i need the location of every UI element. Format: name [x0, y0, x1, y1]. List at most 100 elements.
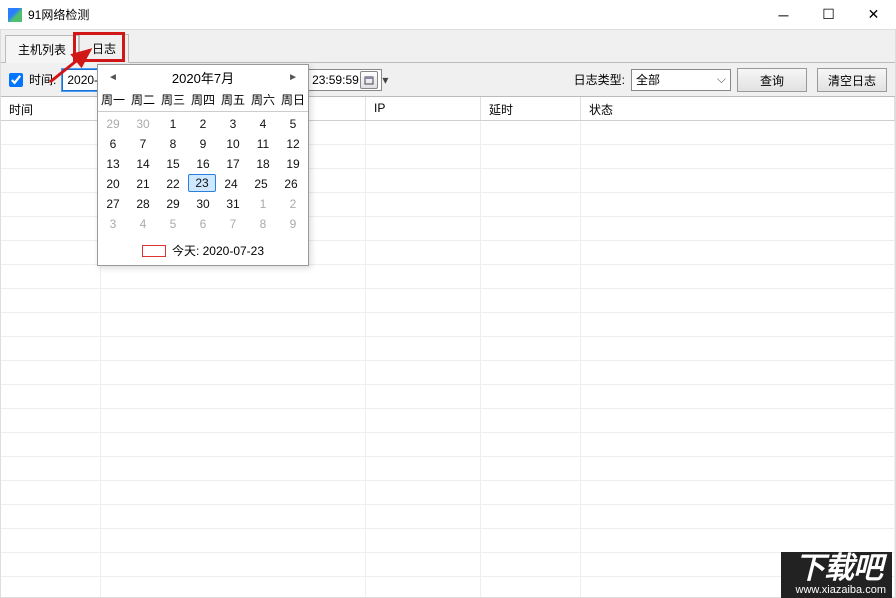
- col-time[interactable]: 时间: [1, 97, 101, 120]
- clear-log-button[interactable]: 清空日志: [817, 68, 887, 92]
- datepicker-day[interactable]: 24: [216, 174, 246, 194]
- time-label: 时间:: [29, 71, 56, 88]
- datepicker-month-label[interactable]: 2020年7月: [172, 68, 234, 87]
- end-datetime-calendar-button[interactable]: [360, 71, 378, 89]
- table-row: [1, 553, 895, 577]
- chevron-down-icon: ⌵: [717, 72, 726, 87]
- datepicker-day[interactable]: 7: [128, 134, 158, 154]
- datepicker-day[interactable]: 4: [128, 214, 158, 234]
- datepicker-day[interactable]: 3: [98, 214, 128, 234]
- datepicker-day[interactable]: 6: [188, 214, 218, 234]
- maximize-button[interactable]: ☐: [806, 0, 851, 30]
- datepicker-day[interactable]: 30: [128, 114, 158, 134]
- table-row: [1, 481, 895, 505]
- datepicker-day[interactable]: 21: [128, 174, 158, 194]
- table-row: [1, 361, 895, 385]
- datepicker-day[interactable]: 2: [278, 194, 308, 214]
- table-row: [1, 505, 895, 529]
- datepicker-day[interactable]: 12: [278, 134, 308, 154]
- datepicker-week: 20212223242526: [98, 174, 308, 194]
- app-icon: [8, 8, 22, 22]
- datepicker-day[interactable]: 23: [188, 174, 216, 192]
- datepicker-day[interactable]: 11: [248, 134, 278, 154]
- dow-cell: 周三: [158, 89, 188, 109]
- datepicker-day[interactable]: 14: [128, 154, 158, 174]
- datepicker-day[interactable]: 17: [218, 154, 248, 174]
- table-row: [1, 409, 895, 433]
- datepicker-day[interactable]: 8: [248, 214, 278, 234]
- datepicker-today-link[interactable]: 今天: 2020-07-23: [98, 238, 308, 265]
- datepicker-day[interactable]: 19: [278, 154, 308, 174]
- calendar-icon: [364, 75, 374, 85]
- table-row: [1, 529, 895, 553]
- datepicker-week: 272829303112: [98, 194, 308, 214]
- datepicker-day[interactable]: 15: [158, 154, 188, 174]
- datepicker-day[interactable]: 5: [158, 214, 188, 234]
- minimize-button[interactable]: ─: [761, 0, 806, 30]
- datepicker-week: 293012345: [98, 114, 308, 134]
- tab-host-list[interactable]: 主机列表: [5, 35, 79, 63]
- table-row: [1, 433, 895, 457]
- dow-cell: 周六: [248, 89, 278, 109]
- datepicker-day[interactable]: 9: [188, 134, 218, 154]
- datepicker-day[interactable]: 5: [278, 114, 308, 134]
- tab-log[interactable]: 日志: [79, 34, 129, 63]
- datepicker-day[interactable]: 3: [218, 114, 248, 134]
- datepicker-day[interactable]: 7: [218, 214, 248, 234]
- datepicker-day[interactable]: 10: [218, 134, 248, 154]
- datepicker-day[interactable]: 30: [188, 194, 218, 214]
- datepicker-cells: 2930123456789101112131415161718192021222…: [98, 114, 308, 238]
- table-row: [1, 457, 895, 481]
- datepicker-day[interactable]: 1: [248, 194, 278, 214]
- dow-cell: 周四: [188, 89, 218, 109]
- close-button[interactable]: ✕: [851, 0, 896, 30]
- table-row: [1, 385, 895, 409]
- dow-cell: 周日: [278, 89, 308, 109]
- datepicker-day[interactable]: 9: [278, 214, 308, 234]
- datepicker-day[interactable]: 22: [158, 174, 188, 194]
- datepicker-day[interactable]: 4: [248, 114, 278, 134]
- dow-cell: 周二: [128, 89, 158, 109]
- datepicker-day[interactable]: 26: [276, 174, 306, 194]
- log-type-select[interactable]: 全部 ⌵: [631, 69, 731, 91]
- datepicker-day[interactable]: 6: [98, 134, 128, 154]
- datepicker-day[interactable]: 13: [98, 154, 128, 174]
- window-title: 91网络检测: [28, 6, 89, 23]
- datepicker-day[interactable]: 27: [98, 194, 128, 214]
- dow-cell: 周五: [218, 89, 248, 109]
- col-ip[interactable]: IP: [366, 97, 481, 120]
- datepicker-day[interactable]: 25: [246, 174, 276, 194]
- datepicker-next-month[interactable]: ►: [284, 72, 302, 83]
- datepicker-prev-month[interactable]: ◄: [104, 72, 122, 83]
- watermark-brand: 下载吧: [781, 552, 892, 584]
- tab-bar: 主机列表 日志: [1, 30, 895, 62]
- table-row: [1, 337, 895, 361]
- datepicker-week: 6789101112: [98, 134, 308, 154]
- watermark-url: www.xiazaiba.com: [781, 584, 892, 598]
- log-type-value: 全部: [636, 71, 660, 88]
- table-row: [1, 289, 895, 313]
- datepicker-day[interactable]: 1: [158, 114, 188, 134]
- table-row: [1, 313, 895, 337]
- datepicker-dow-row: 周一周二周三周四周五周六周日: [98, 89, 308, 112]
- datepicker-day[interactable]: 20: [98, 174, 128, 194]
- datepicker-day[interactable]: 16: [188, 154, 218, 174]
- watermark: 下载吧 www.xiazaiba.com: [781, 552, 892, 598]
- datepicker-day[interactable]: 29: [98, 114, 128, 134]
- titlebar: 91网络检测 ─ ☐ ✕: [0, 0, 896, 30]
- datepicker-day[interactable]: 18: [248, 154, 278, 174]
- col-status[interactable]: 状态: [581, 97, 895, 120]
- log-type-label: 日志类型:: [574, 71, 625, 88]
- time-checkbox[interactable]: [9, 73, 23, 87]
- datepicker-day[interactable]: 2: [188, 114, 218, 134]
- datepicker-day[interactable]: 28: [128, 194, 158, 214]
- datepicker-day[interactable]: 31: [218, 194, 248, 214]
- datepicker-day[interactable]: 8: [158, 134, 188, 154]
- col-delay[interactable]: 延时: [481, 97, 581, 120]
- table-row: [1, 577, 895, 597]
- datepicker-popup: ◄ 2020年7月 ► 周一周二周三周四周五周六周日 2930123456789…: [97, 64, 309, 266]
- query-button[interactable]: 查询: [737, 68, 807, 92]
- datepicker-week: 13141516171819: [98, 154, 308, 174]
- datepicker-day[interactable]: 29: [158, 194, 188, 214]
- end-datetime-dropdown[interactable]: ▾: [380, 73, 390, 87]
